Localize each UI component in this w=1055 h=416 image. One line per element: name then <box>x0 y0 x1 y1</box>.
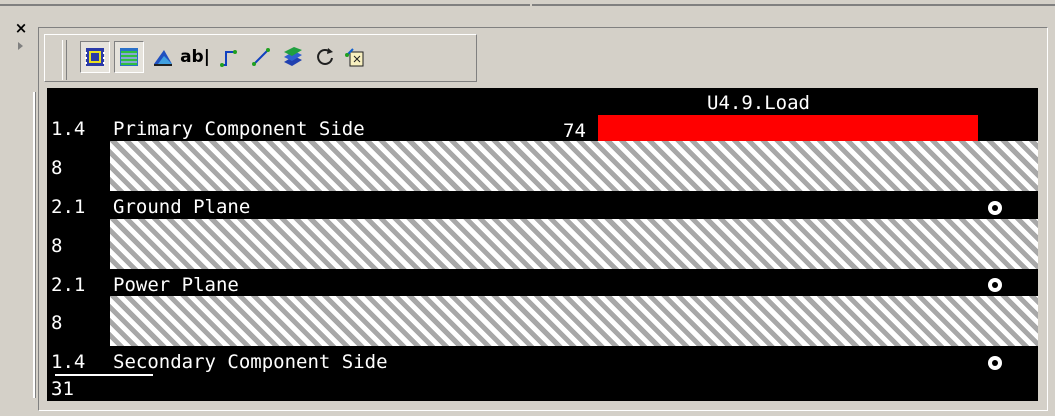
layer-thickness: 2.1 <box>51 196 86 218</box>
dock-grip[interactable] <box>33 92 36 398</box>
dielectric-layer[interactable] <box>110 296 1038 346</box>
expand-arrow-icon[interactable] <box>18 42 23 50</box>
plane-layers-button[interactable] <box>114 41 144 73</box>
diagonal-trace-icon <box>250 46 272 68</box>
plane-layers-icon <box>118 46 140 68</box>
close-icon[interactable]: × <box>14 21 28 36</box>
refresh-button[interactable] <box>310 41 340 73</box>
layer-row[interactable]: 2.1 Ground Plane <box>47 194 1038 220</box>
via-icon[interactable] <box>988 356 1002 370</box>
3d-view-icon <box>152 46 174 68</box>
stackup-view[interactable]: U4.9.Load 1.4 Primary Component Side 74 … <box>47 88 1038 401</box>
layer-name: Primary Component Side <box>113 118 365 140</box>
layer-stack-button[interactable] <box>278 41 308 73</box>
layer-row[interactable]: 1.4 Secondary Component Side <box>47 349 1038 375</box>
3d-view-button[interactable] <box>148 41 178 73</box>
dielectric-thickness: 8 <box>51 235 63 257</box>
text-label-icon: ab| <box>180 47 210 67</box>
layer-name: Power Plane <box>113 274 239 296</box>
trace-route-icon <box>218 46 240 68</box>
total-thickness: 31 <box>51 378 74 400</box>
load-bar <box>598 115 978 141</box>
component-placement-icon <box>84 46 106 68</box>
layer-name: Secondary Component Side <box>113 351 388 373</box>
layer-thickness: 2.1 <box>51 274 86 296</box>
load-label: U4.9.Load <box>707 92 810 114</box>
layer-row[interactable]: 2.1 Power Plane <box>47 272 1038 298</box>
layer-thickness: 1.4 <box>51 351 86 373</box>
export-icon <box>344 46 366 68</box>
component-placement-button[interactable] <box>80 41 110 73</box>
dielectric-thickness: 8 <box>51 157 63 179</box>
via-icon[interactable] <box>988 201 1002 215</box>
text-label-button[interactable]: ab| <box>180 41 210 73</box>
trace-route-button[interactable] <box>214 41 244 73</box>
load-value: 74 <box>563 120 586 142</box>
export-button[interactable] <box>340 41 370 73</box>
diagonal-trace-button[interactable] <box>246 41 276 73</box>
toolbar-grip[interactable] <box>62 40 67 80</box>
top-divider <box>0 0 1055 6</box>
dielectric-layer[interactable] <box>110 141 1038 191</box>
refresh-icon <box>314 46 336 68</box>
dielectric-layer[interactable] <box>110 219 1038 269</box>
layer-name: Ground Plane <box>113 196 251 218</box>
layer-stack-icon <box>282 46 304 68</box>
via-icon[interactable] <box>988 278 1002 292</box>
layer-thickness: 1.4 <box>51 118 86 140</box>
dielectric-thickness: 8 <box>51 312 63 334</box>
